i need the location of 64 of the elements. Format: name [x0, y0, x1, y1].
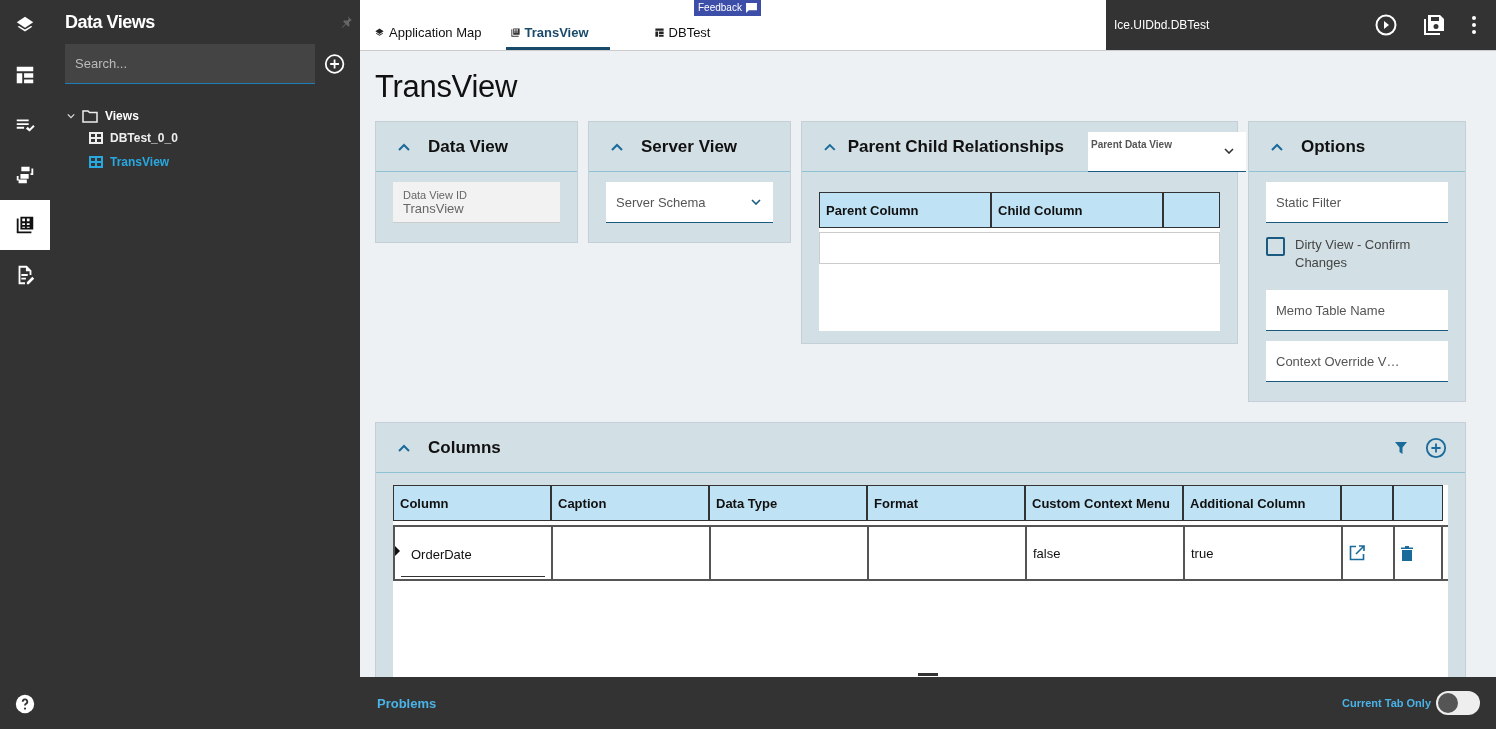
- column-header: Child Column: [991, 192, 1163, 228]
- tree-item[interactable]: TransView: [65, 150, 345, 174]
- column-name-field[interactable]: OrderDate: [401, 533, 545, 577]
- parent-data-view-dropdown[interactable]: Parent Data View: [1088, 131, 1246, 172]
- collapse-icon[interactable]: [611, 142, 623, 151]
- toggle-label: Current Tab Only: [1341, 697, 1431, 709]
- project-name: Ice.UIDbd.DBTest: [1114, 18, 1210, 32]
- tree-folder[interactable]: Views: [65, 106, 345, 126]
- open-external-icon[interactable]: [1349, 545, 1365, 561]
- chevron-down-icon: [751, 199, 761, 205]
- checkbox-label: Dirty View - Confirm Changes: [1295, 236, 1412, 272]
- table-icon: [14, 214, 36, 236]
- card-title: Columns: [428, 437, 501, 458]
- comment-icon: [745, 2, 757, 13]
- more-icon[interactable]: [1470, 15, 1478, 35]
- filter-icon[interactable]: [1395, 441, 1407, 454]
- layout-icon: [14, 64, 36, 86]
- checkbox[interactable]: [1266, 237, 1285, 256]
- tab[interactable]: TransView: [505, 18, 610, 50]
- table-cell: true: [1191, 545, 1214, 561]
- card-title: Options: [1301, 136, 1366, 157]
- column-header: Data Type: [709, 485, 867, 521]
- chevron-icon: [67, 112, 75, 120]
- search-field[interactable]: Search...: [65, 44, 315, 84]
- feedback-button[interactable]: Feedback: [694, 0, 761, 16]
- problems-tab[interactable]: Problems: [377, 695, 437, 711]
- folder-icon: [82, 109, 98, 123]
- delete-icon[interactable]: [1401, 545, 1413, 561]
- collapse-icon[interactable]: [398, 142, 410, 151]
- grid-icon: [89, 156, 103, 168]
- column-header: Caption: [551, 485, 709, 521]
- server-schema-dropdown[interactable]: Server Schema: [606, 182, 773, 223]
- static-filter-field[interactable]: Static Filter: [1266, 182, 1448, 223]
- tab[interactable]: Application Map: [370, 18, 486, 50]
- collapse-icon[interactable]: [824, 142, 836, 151]
- table-icon: [509, 27, 521, 38]
- column-header: Format: [867, 485, 1025, 521]
- grid-icon: [89, 132, 103, 144]
- memo-table-field[interactable]: Memo Table Name: [1266, 290, 1448, 331]
- table-cell: false: [1033, 545, 1061, 561]
- read-only-field: Data View ID TransView: [393, 182, 560, 223]
- flow-icon: [14, 164, 36, 186]
- column-header: Parent Column: [819, 192, 991, 228]
- play-icon[interactable]: [1374, 13, 1398, 37]
- card-title: Data View: [428, 136, 508, 157]
- rail-button[interactable]: [0, 200, 50, 250]
- layout-icon: [653, 27, 665, 38]
- page-title: TransView: [375, 69, 519, 105]
- card-title: Parent Child Relationships: [847, 136, 1064, 157]
- chevron-down-icon: [1224, 147, 1234, 154]
- column-header: Additional Column: [1183, 485, 1341, 521]
- collapse-icon[interactable]: [398, 443, 410, 452]
- collapse-icon[interactable]: [1271, 142, 1283, 151]
- column-header: Custom Context Menu: [1025, 485, 1183, 521]
- column-header: Column: [393, 485, 551, 521]
- panel-title: Data Views: [65, 11, 156, 33]
- card-title: Server View: [641, 136, 738, 157]
- layers-icon: [374, 27, 385, 38]
- tab[interactable]: DBTest: [649, 18, 715, 50]
- save-icon[interactable]: [1422, 13, 1446, 37]
- context-override-field[interactable]: Context Override V…: [1266, 341, 1448, 382]
- toggle-switch[interactable]: [1436, 691, 1480, 715]
- help-icon[interactable]: [14, 693, 36, 715]
- tree-item[interactable]: DBTest_0_0: [65, 126, 345, 150]
